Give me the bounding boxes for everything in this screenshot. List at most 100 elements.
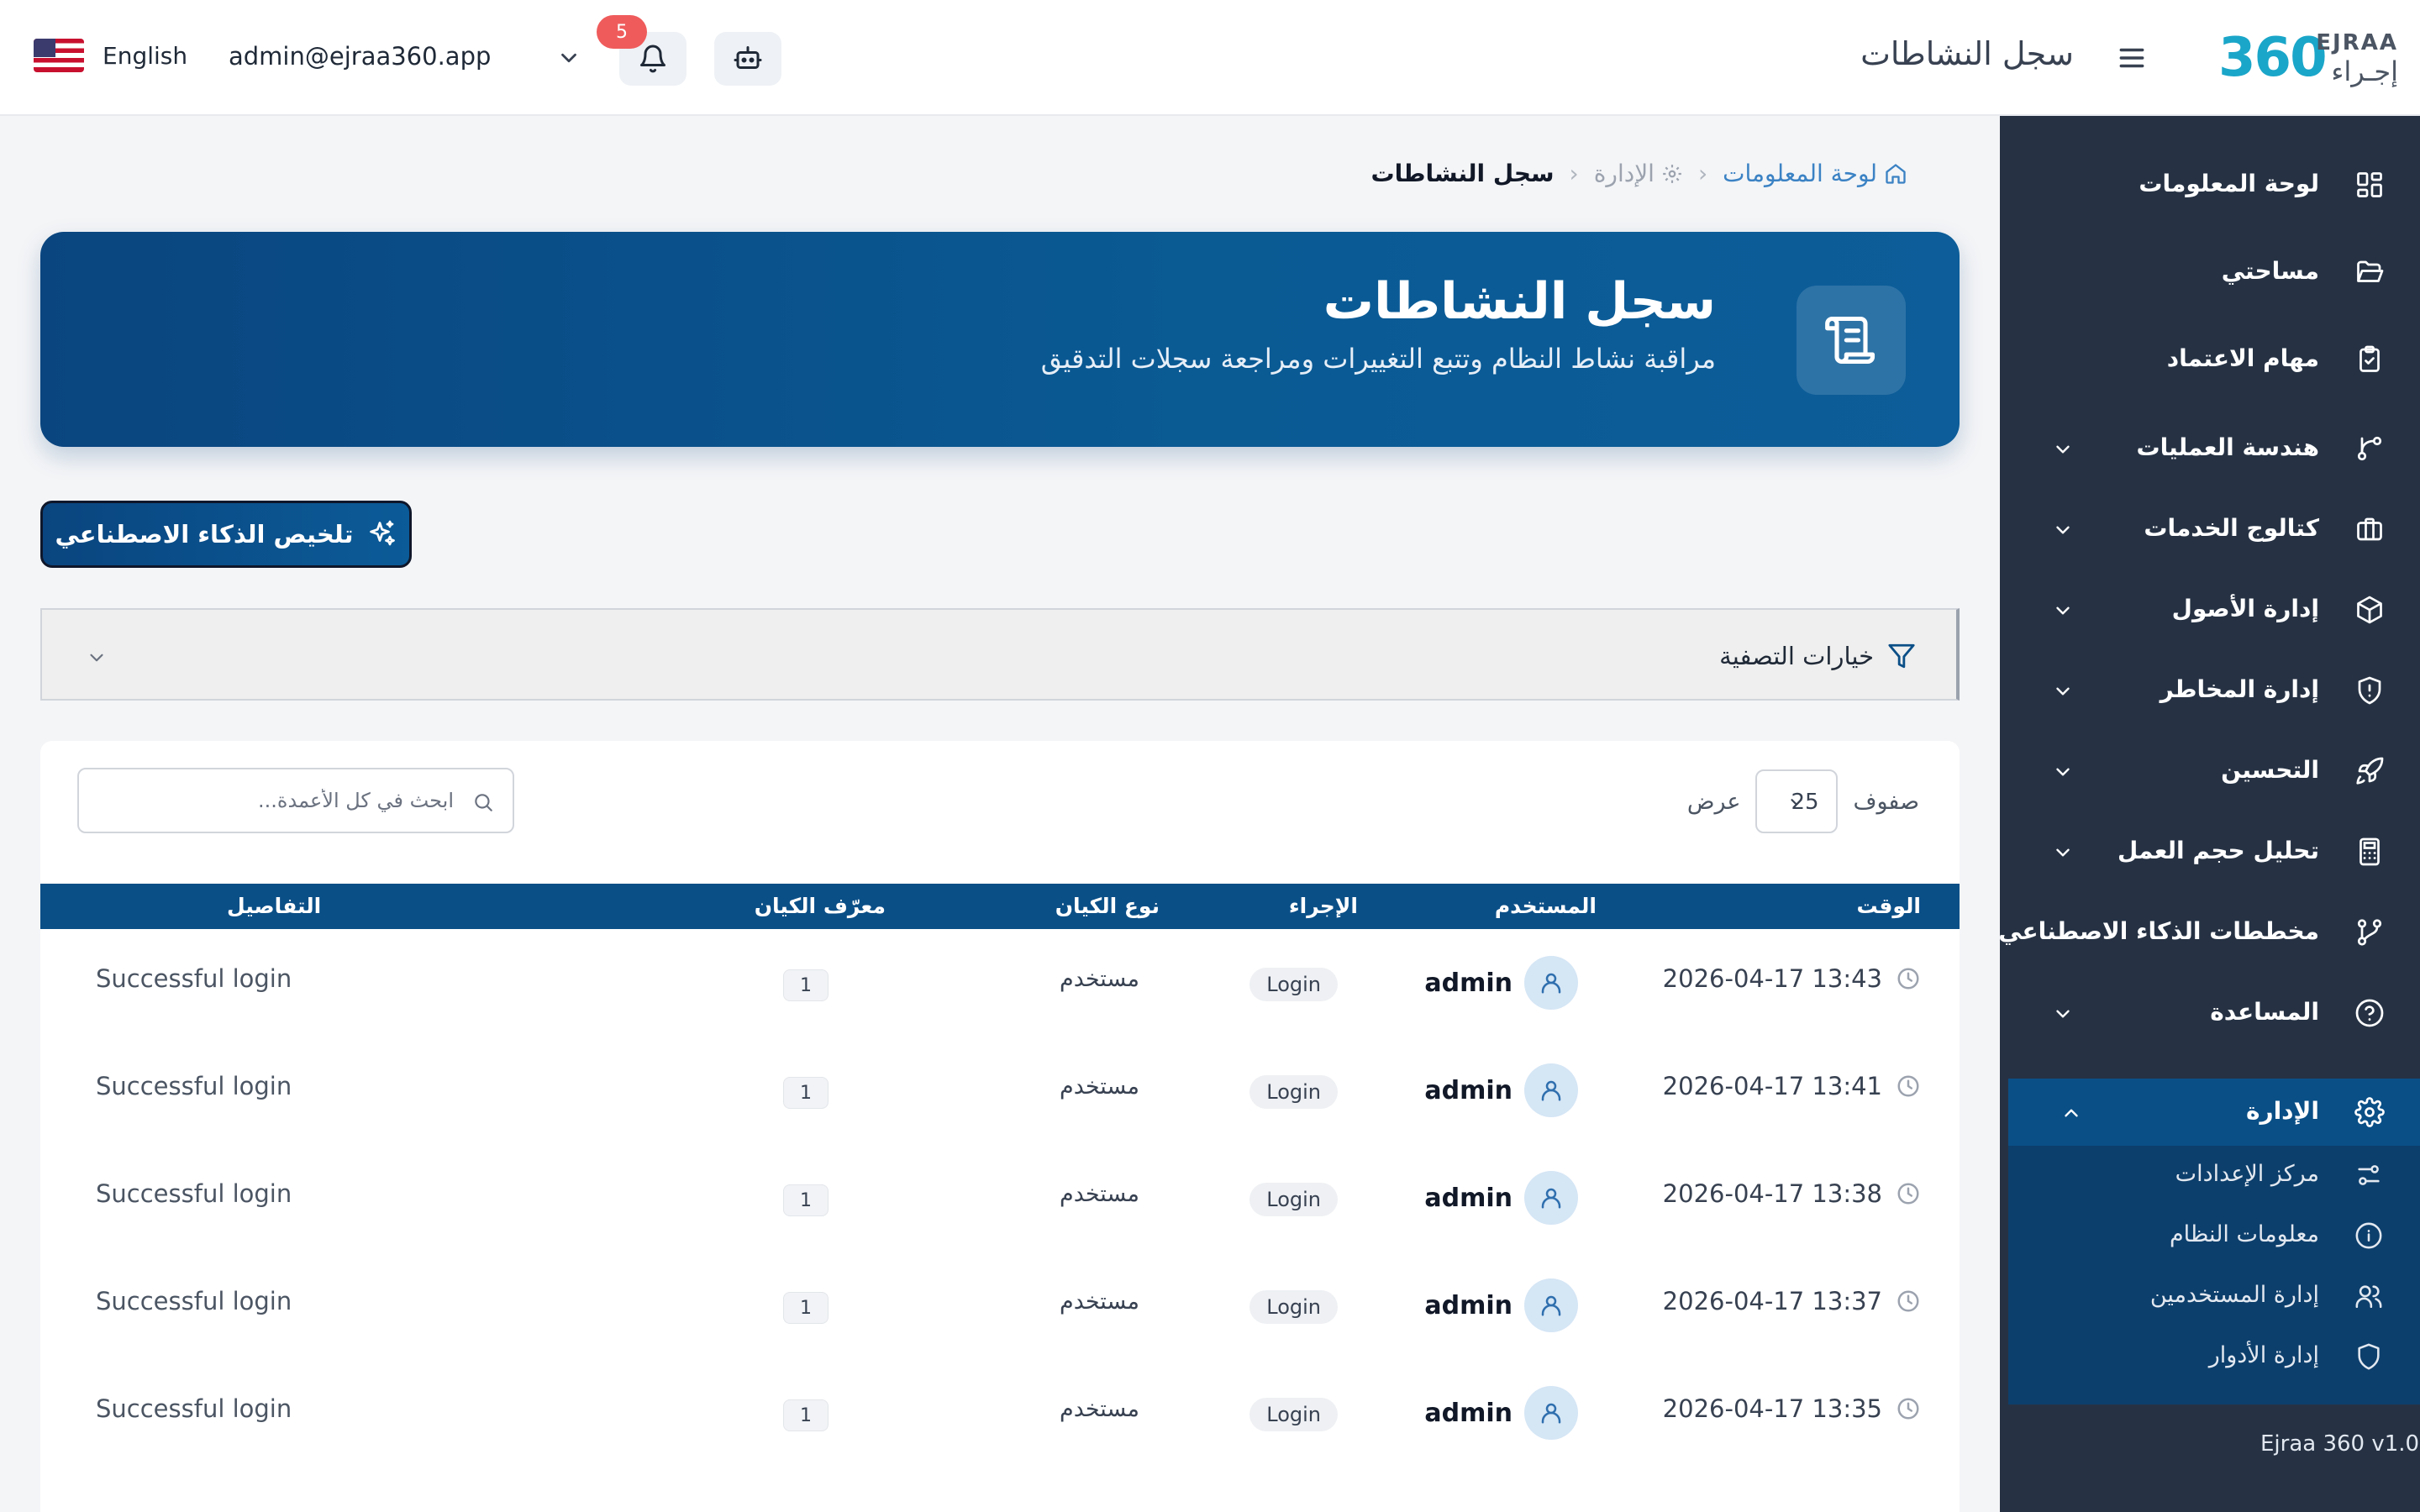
action-badge: Login	[1249, 968, 1338, 1001]
app-version: Ejraa 360 v1.0	[2260, 1431, 2420, 1457]
sidebar-item-label: لوحة المعلومات	[2139, 170, 2319, 197]
filter-options-panel[interactable]: خيارات التصفية	[40, 608, 1960, 701]
chevron-down-icon	[2052, 438, 2074, 460]
folder-open-icon	[2354, 257, 2385, 287]
breadcrumb-admin[interactable]: الإدارة	[1594, 160, 1683, 187]
user-email[interactable]: admin@ejraa360.app	[229, 42, 491, 71]
entity-id-badge: 1	[783, 1292, 829, 1324]
cell-user: admin	[1424, 956, 1578, 1010]
sidebar-item-label: هندسة العمليات	[2136, 433, 2319, 461]
user-avatar-icon	[1524, 1171, 1578, 1225]
sidebar-item-approval-tasks[interactable]: مهام الاعتماد	[2000, 326, 2420, 393]
column-header-entity-type[interactable]: نوع الكيان	[1055, 894, 1160, 918]
breadcrumb-current: سجل النشاطات	[1370, 160, 1555, 187]
column-header-entity-id[interactable]: معرّف الكيان	[755, 894, 886, 918]
submenu-item-settings-center[interactable]: مركز الإعدادات	[2008, 1146, 2420, 1206]
chevron-down-icon[interactable]	[556, 45, 581, 71]
sidebar-item-label: تحليل حجم العمل	[2117, 837, 2319, 864]
filter-options-header: خيارات التصفية	[1719, 642, 1916, 670]
breadcrumb-home-label: لوحة المعلومات	[1723, 160, 1877, 187]
gear-icon	[2354, 1097, 2385, 1127]
sidebar-item-administration[interactable]: الإدارة	[2008, 1079, 2420, 1146]
table-row[interactable]: 2026-04-17 13:43 admin Login مستخدم 1 Success…	[40, 929, 1960, 1037]
time-value: 2026-04-17 13:37	[1662, 1287, 1882, 1315]
search-icon	[472, 791, 494, 813]
info-circle-icon	[2354, 1221, 2383, 1250]
cell-time: 2026-04-17 13:35	[1663, 1394, 1921, 1423]
chevron-down-icon	[1787, 793, 1806, 811]
details-text: Successful login	[96, 1072, 292, 1100]
submenu-item-system-info[interactable]: معلومات النظام	[2008, 1206, 2420, 1267]
chevron-down-icon	[2052, 1003, 2074, 1025]
page-heading: سجل النشاطات	[1860, 35, 2074, 72]
table-row[interactable]: 2026-04-17 13:41 admin Login مستخدم 1 Success…	[40, 1037, 1960, 1144]
breadcrumb-admin-label: الإدارة	[1593, 160, 1655, 187]
table-search-input[interactable]	[79, 769, 513, 832]
submenu-item-role-management[interactable]: إدارة الأدوار	[2008, 1327, 2420, 1388]
user-avatar-icon	[1524, 956, 1578, 1010]
sidebar-item-risk-management[interactable]: إدارة المخاطر	[2000, 657, 2420, 724]
column-header-time[interactable]: الوقت	[1857, 894, 1921, 918]
action-badge: Login	[1249, 1398, 1338, 1431]
ai-workflow-icon	[2354, 917, 2385, 948]
submenu-item-label: إدارة المستخدمين	[2149, 1282, 2319, 1308]
chevron-down-icon[interactable]	[86, 647, 108, 669]
logo-latin: EJRAA	[2316, 30, 2398, 55]
sidebar-item-workload-analysis[interactable]: تحليل حجم العمل	[2000, 818, 2420, 885]
language-switcher[interactable]: English	[34, 39, 187, 72]
sidebar-item-help[interactable]: المساعدة	[2000, 979, 2420, 1047]
sidebar-item-my-space[interactable]: مساحتي	[2000, 239, 2420, 306]
details-text: Successful login	[96, 1394, 292, 1423]
submenu-item-label: إدارة الأدوار	[2208, 1342, 2319, 1368]
sidebar-item-label: إدارة الأصول	[2171, 595, 2319, 622]
gear-icon	[1661, 163, 1683, 185]
sidebar-item-process-engineering[interactable]: هندسة العمليات	[2000, 415, 2420, 482]
column-header-details[interactable]: التفاصيل	[227, 894, 321, 918]
sidebar-item-service-catalog[interactable]: كتالوج الخدمات	[2000, 496, 2420, 563]
entity-type: مستخدم	[1059, 1289, 1139, 1315]
entity-id-badge: 1	[783, 1399, 829, 1431]
ai-summary-label: تلخيص الذكاء الاصطناعي	[55, 520, 354, 549]
shield-alert-icon	[2354, 675, 2385, 706]
user-avatar-icon	[1524, 1278, 1578, 1332]
column-header-user[interactable]: المستخدم	[1495, 894, 1597, 918]
ai-assistant-button[interactable]	[714, 32, 781, 86]
activity-log-table-card: عرض 25 صفوف الوقت المستخدم الإجراء نوع ا…	[40, 741, 1960, 1512]
submenu-item-label: مركز الإعدادات	[2175, 1161, 2319, 1187]
submenu-item-user-management[interactable]: إدارة المستخدمين	[2008, 1267, 2420, 1327]
column-header-action[interactable]: الإجراء	[1289, 894, 1358, 918]
clipboard-check-icon	[2354, 344, 2385, 375]
menu-toggle-icon[interactable]	[2116, 42, 2148, 74]
clock-icon	[1896, 1289, 1921, 1314]
user-name: admin	[1424, 1398, 1512, 1428]
top-bar: English admin@ejraa360.app 5 سجل النشاطا…	[0, 0, 2420, 116]
rows-label: صفوف	[1853, 788, 1919, 815]
rows-per-page-select[interactable]: 25	[1755, 769, 1839, 833]
sparkles-icon	[367, 519, 397, 549]
cell-time: 2026-04-17 13:43	[1663, 964, 1921, 993]
table-row[interactable]: 2026-04-17 13:35 admin Login مستخدم 1 Success…	[40, 1359, 1960, 1467]
sidebar-item-improvement[interactable]: التحسين	[2000, 738, 2420, 805]
chevron-right-icon: ›	[1697, 160, 1708, 187]
users-icon	[2354, 1282, 2383, 1310]
git-branch-icon	[2354, 433, 2385, 464]
user-avatar-icon	[1524, 1386, 1578, 1440]
table-row[interactable]: 2026-04-17 13:37 admin Login مستخدم 1 Success…	[40, 1252, 1960, 1359]
sidebar-item-asset-management[interactable]: إدارة الأصول	[2000, 576, 2420, 643]
sidebar-item-label: التحسين	[2221, 756, 2319, 784]
ai-summary-button[interactable]: تلخيص الذكاء الاصطناعي	[40, 501, 412, 568]
hero-icon-container	[1797, 286, 1906, 395]
sidebar-item-label: الإدارة	[2245, 1097, 2319, 1125]
sidebar-item-label: مهام الاعتماد	[2166, 344, 2319, 372]
sidebar-item-dashboard[interactable]: لوحة المعلومات	[2000, 151, 2420, 218]
breadcrumb-home[interactable]: لوحة المعلومات	[1723, 160, 1907, 187]
app-logo[interactable]: 360 EJRAA إجـراء	[2218, 29, 2398, 87]
home-icon	[1884, 162, 1907, 186]
sidebar-item-label: إدارة المخاطر	[2160, 675, 2319, 703]
user-name: admin	[1424, 1290, 1512, 1320]
chevron-down-icon	[2052, 842, 2074, 864]
table-row[interactable]: 2026-04-17 13:38 admin Login مستخدم 1 Success…	[40, 1144, 1960, 1252]
user-name: admin	[1424, 1183, 1512, 1213]
chevron-down-icon	[2052, 519, 2074, 541]
sidebar-item-ai-diagrams[interactable]: مخططات الذكاء الاصطناعي	[1998, 899, 2420, 966]
